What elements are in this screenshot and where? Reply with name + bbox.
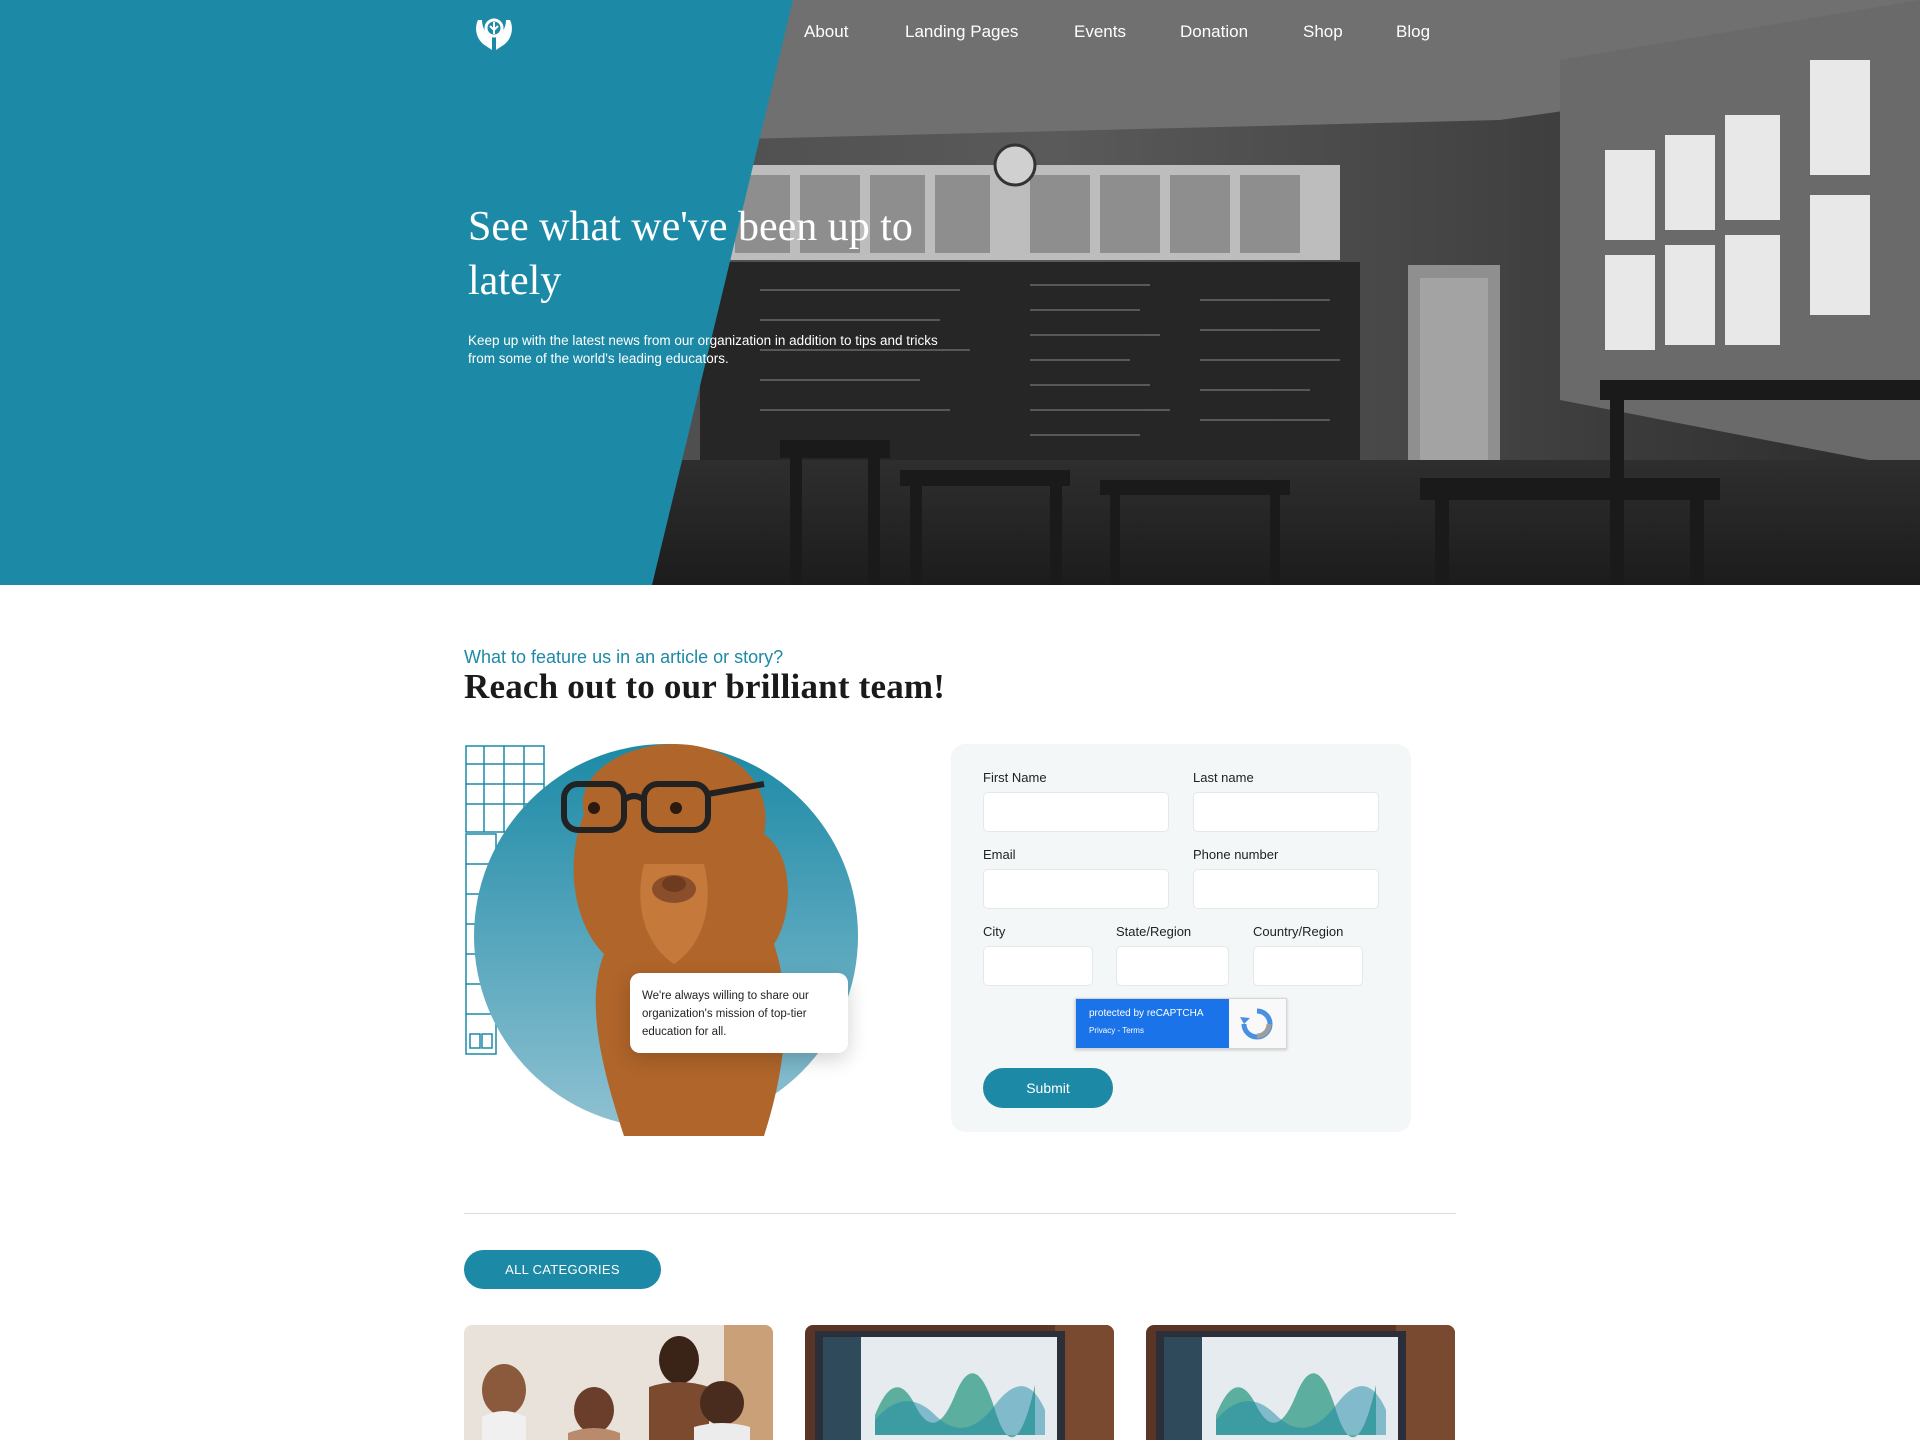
city-label: City [983,924,1006,939]
nav-blog[interactable]: Blog [1396,22,1430,42]
email-field[interactable] [983,869,1169,909]
last-name-label: Last name [1193,770,1254,785]
hero-section: About Landing Pages Events Donation Shop… [0,0,1920,585]
recaptcha-panel: protected by reCAPTCHA Privacy - Terms [1076,999,1229,1048]
laptop-dashboard-photo [805,1325,1114,1440]
nav-about[interactable]: About [804,22,848,42]
mission-callout: We're always willing to share our organi… [630,973,848,1053]
section-title: Reach out to our brilliant team! [464,667,946,706]
blog-card-image[interactable] [805,1325,1114,1440]
state-input[interactable] [1116,946,1229,986]
hero-title: See what we've been up to lately [468,204,913,304]
city-input[interactable] [983,946,1093,986]
recaptcha-links[interactable]: Privacy - Terms [1089,1026,1144,1035]
last-name-input[interactable] [1193,792,1379,832]
blog-card-image[interactable] [1146,1325,1455,1440]
open-book-hands-logo[interactable] [470,12,518,54]
nav-events[interactable]: Events [1074,22,1126,42]
phone-label: Phone number [1193,847,1279,862]
submit-button[interactable]: Submit [983,1068,1113,1108]
blog-card-image[interactable] [464,1325,773,1440]
recaptcha-icon [1240,1008,1273,1040]
laptop-dashboard-photo [1146,1325,1455,1440]
nav-landing-pages[interactable]: Landing Pages [905,22,1018,42]
dog-illustration [464,744,884,1136]
email-label: Email [983,847,1016,862]
dog-with-glasses-image [465,744,858,1136]
country-label: Country/Region [1253,924,1344,939]
nav-shop[interactable]: Shop [1303,22,1343,42]
phone-field[interactable] [1193,869,1379,909]
hero-description: Keep up with the latest news from our or… [468,333,938,366]
section-eyebrow: What to feature us in an article or stor… [464,647,784,667]
recaptcha-badge[interactable]: protected by reCAPTCHA Privacy - Terms [1075,998,1287,1049]
country-input[interactable] [1253,946,1363,986]
first-name-input[interactable] [983,792,1169,832]
people-meeting-photo [464,1325,773,1440]
recaptcha-text: protected by reCAPTCHA [1089,1008,1204,1019]
first-name-label: First Name [983,770,1047,785]
nav-donation[interactable]: Donation [1180,22,1248,42]
all-categories-button[interactable]: ALL CATEGORIES [464,1250,661,1289]
state-label: State/Region [1116,924,1192,939]
section-divider [464,1213,1456,1214]
